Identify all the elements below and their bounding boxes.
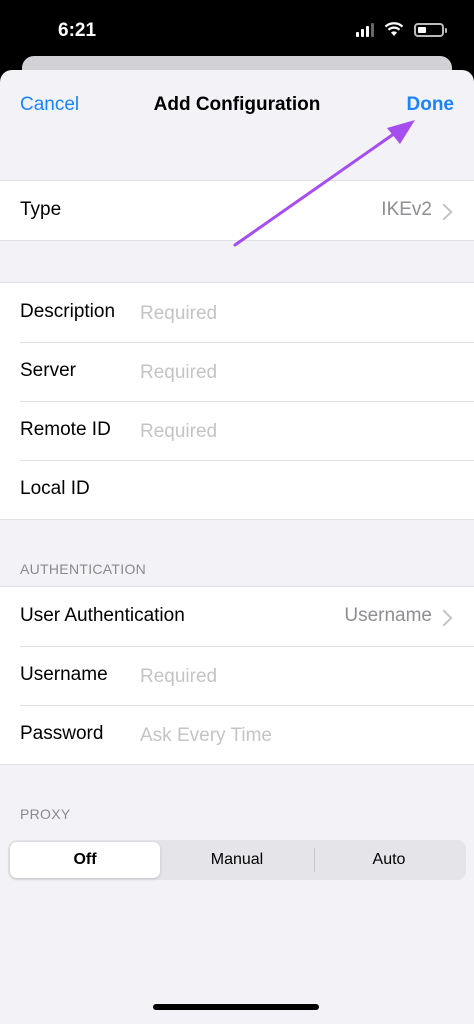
password-field[interactable]: Ask Every Time xyxy=(140,725,272,747)
server-label: Server xyxy=(20,360,76,381)
local-id-row: Local ID xyxy=(0,460,474,519)
authentication-header: AUTHENTICATION xyxy=(20,561,147,577)
description-label: Description xyxy=(20,301,116,322)
status-bar: 6:21 xyxy=(0,0,474,56)
user-authentication-value: Username xyxy=(344,605,432,626)
add-configuration-sheet: Cancel Add Configuration Done Type IKEv2… xyxy=(0,70,474,1024)
user-authentication-row[interactable]: User Authentication Username xyxy=(0,587,474,646)
proxy-segmented-control: Off Manual Auto xyxy=(8,840,466,880)
battery-fill xyxy=(418,26,426,33)
proxy-option-auto[interactable]: Auto xyxy=(314,842,464,878)
local-id-label: Local ID xyxy=(20,478,90,499)
server-field[interactable]: Required xyxy=(140,362,217,384)
type-label: Type xyxy=(20,199,62,220)
chevron-right-icon xyxy=(435,203,453,221)
page-title: Add Configuration xyxy=(153,94,321,115)
wifi-icon xyxy=(384,22,404,36)
remote-id-row: Remote ID Required xyxy=(0,401,474,460)
battery-icon xyxy=(414,22,447,37)
proxy-header: PROXY xyxy=(20,806,71,822)
server-row: Server Required xyxy=(0,342,474,401)
done-button[interactable]: Done xyxy=(407,94,455,116)
username-label: Username xyxy=(20,664,108,685)
remote-id-field[interactable]: Required xyxy=(140,421,217,443)
proxy-option-manual[interactable]: Manual xyxy=(162,842,312,878)
password-label: Password xyxy=(20,723,104,744)
home-indicator xyxy=(153,1004,319,1010)
status-icons xyxy=(356,22,447,37)
authentication-group: User Authentication Username Username Re… xyxy=(0,586,474,765)
remote-id-label: Remote ID xyxy=(20,419,111,440)
username-field[interactable]: Required xyxy=(140,666,217,688)
proxy-option-off[interactable]: Off xyxy=(10,842,160,878)
type-group: Type IKEv2 xyxy=(0,180,474,241)
type-row[interactable]: Type IKEv2 xyxy=(0,181,474,240)
password-row: Password Ask Every Time xyxy=(0,705,474,764)
description-field[interactable]: Required xyxy=(140,303,217,325)
type-value: IKEv2 xyxy=(381,199,432,220)
status-time: 6:21 xyxy=(58,20,97,41)
chevron-right-icon xyxy=(435,609,453,627)
user-authentication-label: User Authentication xyxy=(20,605,185,626)
description-row: Description Required xyxy=(0,283,474,342)
navigation-bar: Cancel Add Configuration Done xyxy=(0,70,474,138)
username-row: Username Required xyxy=(0,646,474,705)
cellular-signal-icon xyxy=(356,22,374,37)
details-group: Description Required Server Required Rem… xyxy=(0,282,474,520)
